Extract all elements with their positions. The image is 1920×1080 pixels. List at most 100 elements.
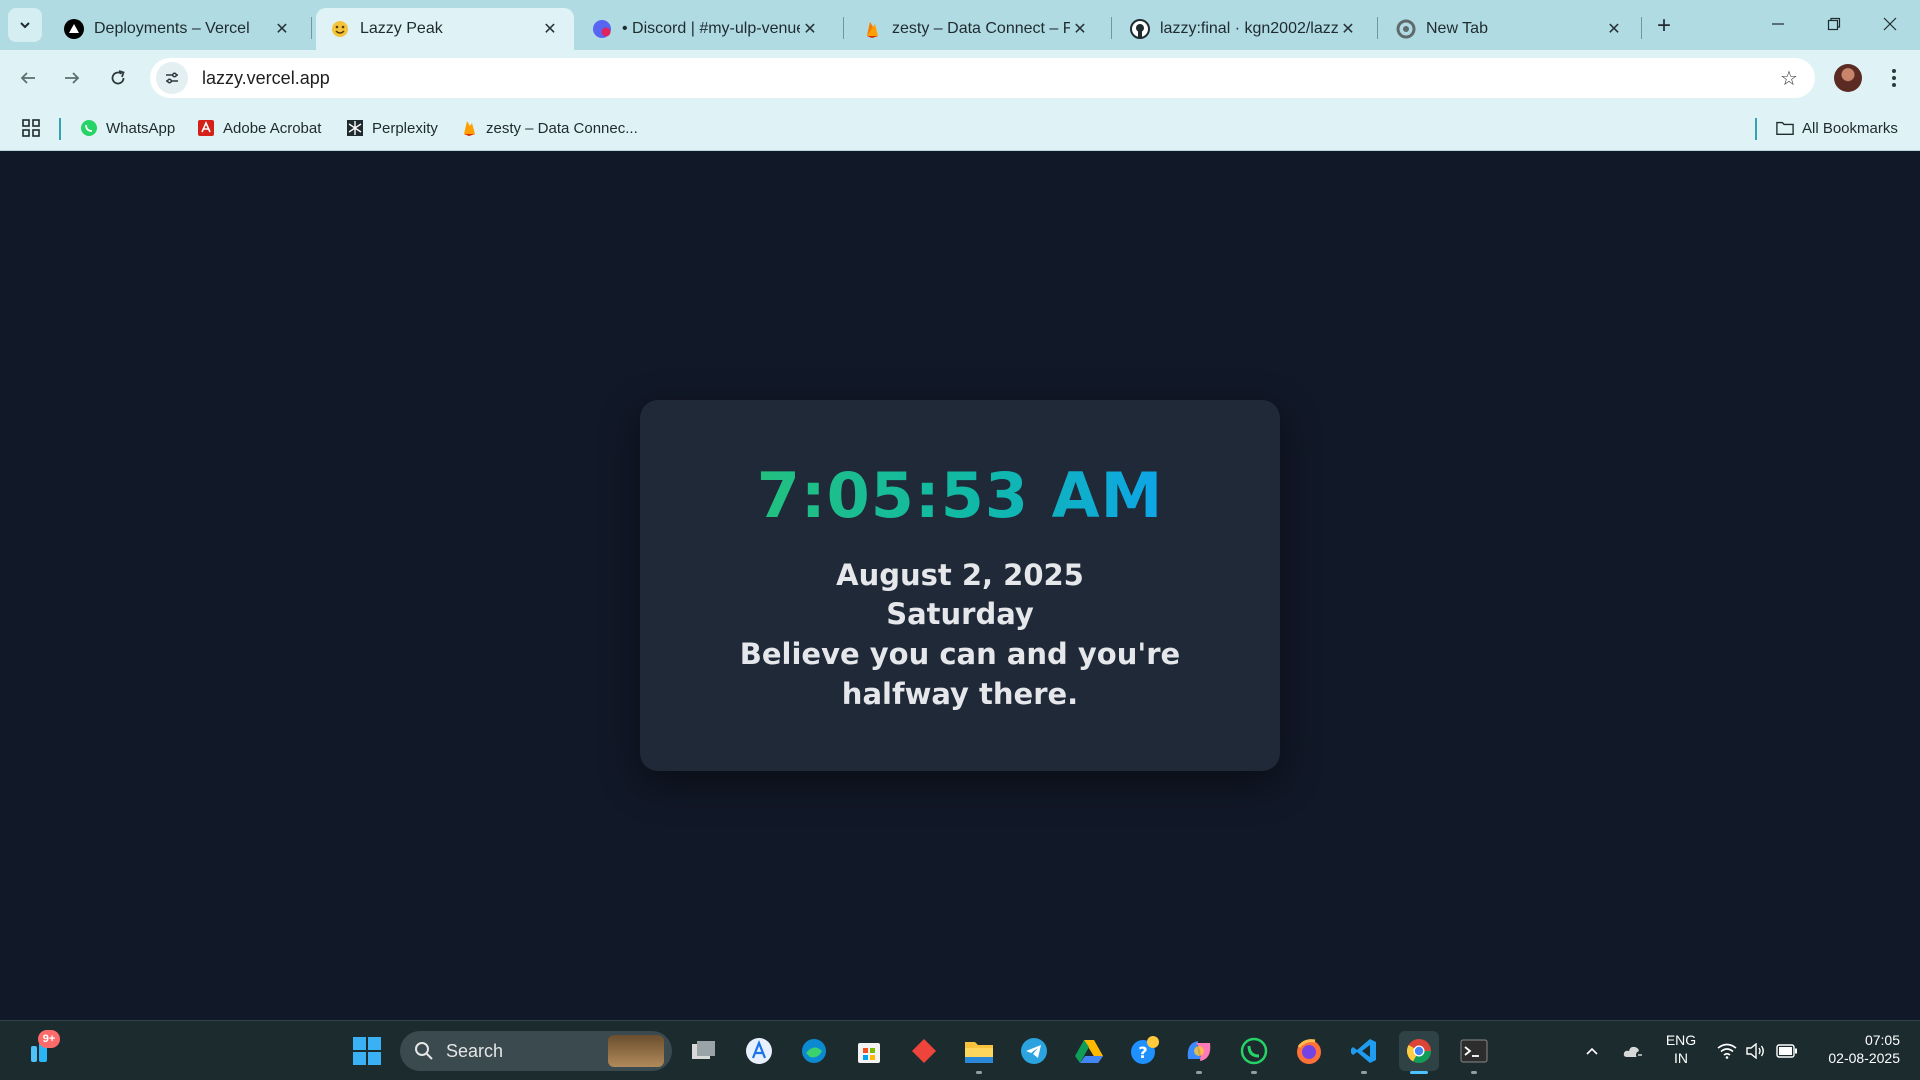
clock-day: Saturday (886, 597, 1034, 631)
close-icon[interactable]: ✕ (272, 19, 292, 39)
terminal-icon (1460, 1039, 1488, 1063)
taskbar-app[interactable] (794, 1031, 834, 1071)
taskbar-app-active[interactable] (1399, 1031, 1439, 1074)
battery-icon[interactable] (1776, 1040, 1798, 1062)
apps-button[interactable] (22, 114, 48, 142)
tab-lazzy-peak[interactable]: Lazzy Peak ✕ (316, 8, 574, 50)
taskbar-search[interactable]: Search (400, 1031, 672, 1071)
taskbar-app[interactable] (849, 1031, 889, 1071)
vscode-icon (1351, 1039, 1376, 1063)
restore-button[interactable] (1806, 0, 1862, 48)
wifi-icon[interactable] (1716, 1040, 1738, 1062)
clock-tray[interactable]: 07:05 02-08-2025 (1810, 1031, 1900, 1067)
taskbar-app[interactable] (1014, 1031, 1054, 1071)
close-icon[interactable]: ✕ (800, 19, 820, 39)
task-view-icon (692, 1041, 715, 1059)
browser-toolbar: lazzy.vercel.app ☆ (0, 50, 1920, 106)
bookmark-adobe-acrobat[interactable]: Adobe Acrobat (197, 114, 321, 142)
url-text[interactable]: lazzy.vercel.app (202, 68, 330, 89)
bookmark-perplexity[interactable]: Perplexity (346, 114, 438, 142)
search-label: Search (446, 1040, 504, 1061)
clock-time: 7:05:53 AM (756, 459, 1164, 532)
all-bookmarks-button[interactable]: All Bookmarks (1776, 114, 1898, 142)
acrobat-icon (197, 119, 215, 137)
minimize-button[interactable] (1750, 0, 1806, 48)
chevron-down-icon (20, 22, 30, 29)
taskbar-app[interactable] (904, 1031, 944, 1071)
anydesk-icon (912, 1039, 936, 1063)
restore-icon (1827, 17, 1841, 31)
edge-icon (802, 1039, 826, 1063)
taskbar-app[interactable] (1289, 1031, 1329, 1071)
tab-title: Deployments – Vercel (94, 20, 250, 37)
smiley-icon (330, 19, 350, 39)
taskbar-app[interactable] (959, 1031, 999, 1074)
volume-icon[interactable] (1745, 1040, 1767, 1062)
telegram-icon (1021, 1038, 1047, 1064)
close-window-button[interactable] (1862, 0, 1918, 48)
app-store-icon (746, 1038, 772, 1064)
taskbar-app[interactable] (1454, 1031, 1494, 1074)
bookmark-separator (59, 118, 61, 140)
all-bookmarks-label: All Bookmarks (1802, 119, 1898, 137)
tab-zesty-firebase[interactable]: zesty – Data Connect – Fire ✕ (848, 8, 1104, 50)
onedrive-icon[interactable] (1621, 1040, 1647, 1062)
firebase-icon (862, 19, 882, 39)
discord-icon (592, 19, 612, 39)
language-indicator[interactable]: ENG IN (1662, 1031, 1700, 1067)
github-icon (1130, 19, 1150, 39)
search-highlight-image (608, 1035, 664, 1067)
tab-github-lazzy[interactable]: lazzy:final · kgn2002/lazzy ✕ (1116, 8, 1372, 50)
reload-button[interactable] (100, 60, 136, 96)
profile-avatar[interactable] (1834, 64, 1862, 92)
bookmark-label: Adobe Acrobat (223, 119, 322, 137)
close-icon[interactable]: ✕ (1604, 19, 1624, 39)
start-button[interactable] (347, 1031, 387, 1071)
taskbar-app[interactable] (1234, 1031, 1274, 1074)
close-icon (1883, 17, 1897, 31)
active-indicator (1410, 1071, 1428, 1074)
language-code: ENG (1665, 1032, 1697, 1048)
taskbar-app[interactable] (1344, 1031, 1384, 1074)
task-view-button[interactable] (684, 1031, 724, 1071)
taskbar-app[interactable] (1179, 1031, 1219, 1074)
bookmark-star-icon[interactable]: ☆ (1777, 66, 1801, 90)
tab-discord[interactable]: • Discord | #my-ulp-venue ✕ (578, 8, 834, 50)
google-drive-icon (1075, 1040, 1103, 1063)
search-icon (415, 1042, 433, 1060)
clock-card: 7:05:53 AM August 2, 2025 Saturday Belie… (640, 400, 1280, 771)
tab-deployments-vercel[interactable]: Deployments – Vercel ✕ (50, 8, 306, 50)
taskbar-app[interactable]: ? (1124, 1031, 1164, 1071)
address-bar[interactable]: lazzy.vercel.app ☆ (150, 58, 1815, 98)
tab-title: New Tab (1426, 20, 1488, 37)
tab-new-tab[interactable]: New Tab ✕ (1382, 8, 1638, 50)
bookmark-whatsapp[interactable]: WhatsApp (80, 114, 175, 142)
close-icon[interactable]: ✕ (1338, 19, 1358, 39)
browser-menu-button[interactable] (1882, 62, 1906, 94)
close-icon[interactable]: ✕ (540, 19, 560, 39)
close-icon[interactable]: ✕ (1070, 19, 1090, 39)
perplexity-icon (346, 119, 364, 137)
whatsapp-icon (80, 119, 98, 137)
apps-grid-icon (22, 119, 40, 137)
site-settings-icon[interactable] (156, 62, 188, 94)
reload-icon (111, 70, 125, 85)
running-indicator (1251, 1071, 1257, 1074)
whatsapp-icon (1240, 1037, 1268, 1065)
forward-button[interactable] (54, 60, 90, 96)
running-indicator (1361, 1071, 1367, 1074)
show-hidden-icons-button[interactable] (1581, 1040, 1603, 1062)
bookmark-separator (1755, 118, 1757, 140)
taskbar-app[interactable] (1069, 1031, 1109, 1071)
bookmark-zesty[interactable]: zesty – Data Connec... (460, 114, 638, 142)
running-indicator (976, 1071, 982, 1074)
clock-date: August 2, 2025 (836, 558, 1084, 592)
new-tab-button[interactable]: + (1650, 12, 1678, 40)
back-button[interactable] (10, 60, 46, 96)
tab-search-button[interactable] (8, 8, 42, 42)
firebase-icon (460, 119, 478, 137)
copilot-icon (1187, 1041, 1211, 1061)
taskbar-app[interactable] (739, 1031, 779, 1071)
plus-icon: + (1656, 12, 1671, 39)
tab-title: lazzy:final · kgn2002/lazzy (1160, 20, 1338, 37)
